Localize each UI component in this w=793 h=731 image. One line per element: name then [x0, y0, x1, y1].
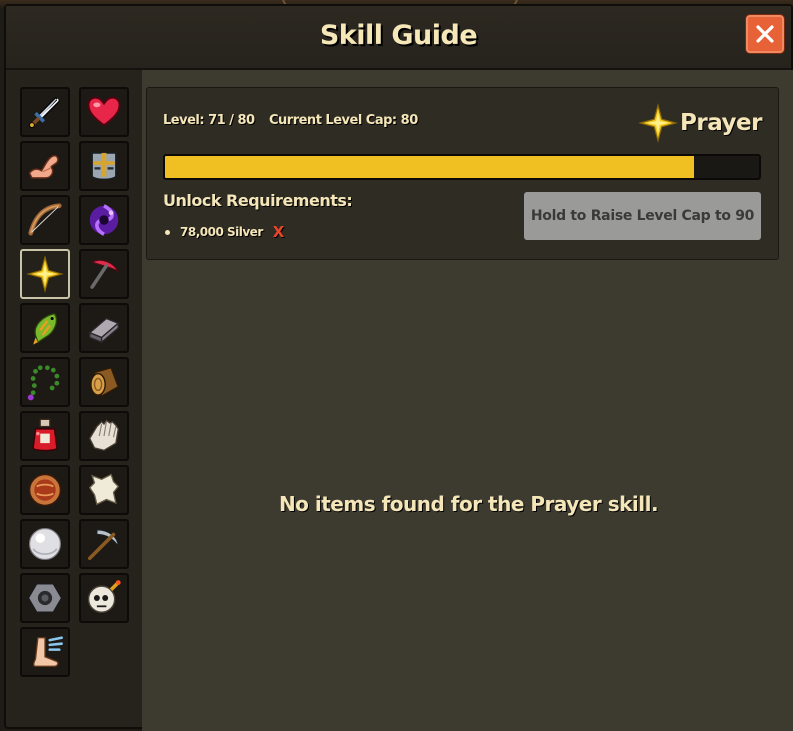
- empty-items-message: No items found for the Prayer skill.: [278, 492, 659, 516]
- skill-button-ranged[interactable]: [20, 195, 70, 245]
- metal-bar-icon: [88, 317, 120, 344]
- level-progress-bar: [163, 154, 761, 180]
- skill-button-slayer[interactable]: [79, 573, 129, 623]
- pickaxe-icon: [90, 259, 120, 289]
- bullet-icon: [165, 229, 170, 235]
- skill-button-strength[interactable]: [20, 141, 70, 191]
- skill-name: Prayer: [680, 110, 762, 136]
- magic-orb-icon: [89, 204, 119, 236]
- skill-info-panel: Level: 71 / 80 Current Level Cap: 80 Pra…: [146, 87, 779, 260]
- skill-button-alchemy[interactable]: [20, 411, 70, 461]
- helmet-icon: [91, 152, 117, 181]
- skill-button-agility[interactable]: [20, 627, 70, 677]
- level-progress-fill: [165, 156, 694, 178]
- log-icon: [90, 366, 120, 398]
- bead-necklace-icon: [27, 365, 60, 401]
- skill-header: Prayer: [638, 103, 762, 143]
- skill-button-farming[interactable]: [79, 519, 129, 569]
- requirement-item: 78,000 Silver X: [165, 223, 284, 241]
- skill-button-tailoring[interactable]: [79, 465, 129, 515]
- window-title: Skill Guide: [319, 20, 478, 51]
- skill-sidebar: [14, 74, 140, 727]
- skill-button-magic[interactable]: [79, 195, 129, 245]
- prayer-star-icon: [26, 255, 64, 293]
- sword-icon: [29, 96, 61, 128]
- skill-guide-window: Skill Guide Level: 71 / 80 Current Level…: [4, 4, 793, 731]
- bolt-nut-icon: [27, 583, 63, 613]
- level-cap-text: Current Level Cap: 80: [269, 113, 418, 128]
- pie-icon: [28, 473, 62, 507]
- leather-hide-icon: [88, 473, 120, 506]
- skill-button-woodcutting[interactable]: [79, 357, 129, 407]
- flexed-arm-icon: [28, 155, 59, 179]
- unlock-requirements-title: Unlock Requirements:: [163, 191, 353, 210]
- glove-icon: [89, 419, 119, 451]
- skill-button-mining[interactable]: [79, 249, 129, 299]
- requirement-unmet-mark: X: [272, 223, 285, 241]
- skill-button-thieving[interactable]: [79, 411, 129, 461]
- skill-button-sword[interactable]: [20, 87, 70, 137]
- prayer-star-icon: [638, 103, 678, 143]
- skill-button-heart[interactable]: [79, 87, 129, 137]
- skill-button-cooking[interactable]: [20, 465, 70, 515]
- bow-icon: [28, 203, 62, 236]
- requirement-text: 78,000 Silver: [180, 225, 263, 239]
- scythe-icon: [87, 529, 119, 561]
- close-icon: [756, 25, 774, 43]
- pearl-icon: [28, 527, 62, 561]
- skill-button-pearl[interactable]: [20, 519, 70, 569]
- heart-icon: [87, 96, 121, 127]
- skill-button-smithing[interactable]: [79, 303, 129, 353]
- skill-button-engineering[interactable]: [20, 573, 70, 623]
- skull-bomb-icon: [87, 580, 121, 613]
- skill-button-fishing[interactable]: [20, 303, 70, 353]
- skill-button-defence[interactable]: [79, 141, 129, 191]
- winged-foot-icon: [33, 636, 63, 667]
- close-button[interactable]: [746, 15, 784, 53]
- raise-level-cap-button[interactable]: Hold to Raise Level Cap to 90: [524, 192, 761, 240]
- title-bar: Skill Guide: [6, 6, 791, 70]
- skill-button-prayer[interactable]: [20, 249, 70, 299]
- content-area: Level: 71 / 80 Current Level Cap: 80 Pra…: [142, 70, 793, 731]
- fish-icon: [33, 313, 57, 345]
- skill-button-crafting[interactable]: [20, 357, 70, 407]
- potion-icon: [32, 418, 58, 452]
- level-text: Level: 71 / 80: [163, 113, 255, 128]
